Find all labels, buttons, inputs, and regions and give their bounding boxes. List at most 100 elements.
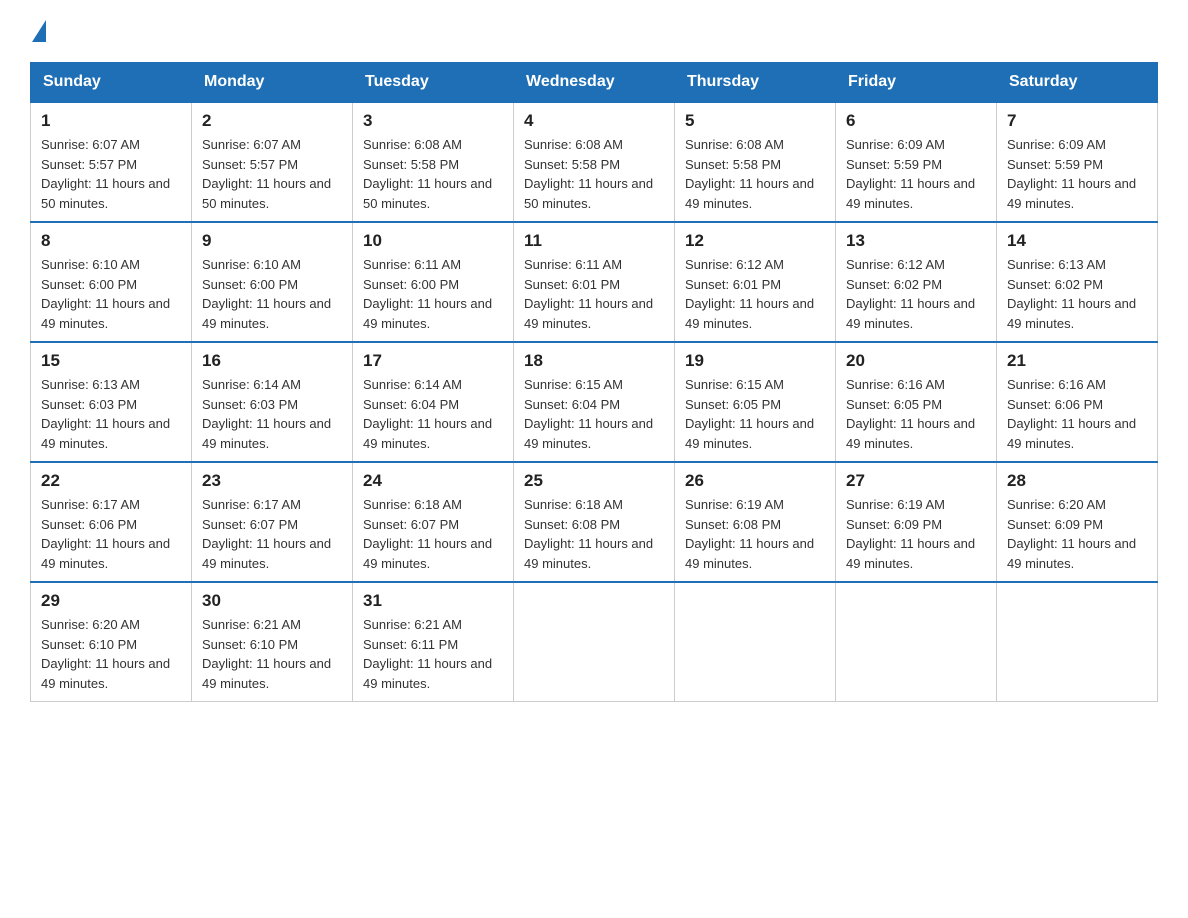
day-info: Sunrise: 6:10 AMSunset: 6:00 PMDaylight:… (41, 255, 181, 333)
day-number: 17 (363, 351, 503, 371)
day-number: 7 (1007, 111, 1147, 131)
calendar-week-row: 1 Sunrise: 6:07 AMSunset: 5:57 PMDaylight… (31, 102, 1158, 222)
day-info: Sunrise: 6:09 AMSunset: 5:59 PMDaylight:… (846, 135, 986, 213)
day-number: 15 (41, 351, 181, 371)
logo-triangle-icon (32, 20, 46, 42)
day-number: 16 (202, 351, 342, 371)
day-info: Sunrise: 6:17 AMSunset: 6:06 PMDaylight:… (41, 495, 181, 573)
day-number: 14 (1007, 231, 1147, 251)
day-number: 3 (363, 111, 503, 131)
day-info: Sunrise: 6:12 AMSunset: 6:01 PMDaylight:… (685, 255, 825, 333)
day-number: 5 (685, 111, 825, 131)
calendar-cell: 5 Sunrise: 6:08 AMSunset: 5:58 PMDaylight… (675, 102, 836, 222)
day-info: Sunrise: 6:18 AMSunset: 6:07 PMDaylight:… (363, 495, 503, 573)
calendar-cell: 1 Sunrise: 6:07 AMSunset: 5:57 PMDaylight… (31, 102, 192, 222)
day-number: 31 (363, 591, 503, 611)
calendar-header-thursday: Thursday (675, 63, 836, 103)
calendar-cell: 15Sunrise: 6:13 AMSunset: 6:03 PMDayligh… (31, 342, 192, 462)
day-number: 2 (202, 111, 342, 131)
calendar-header-row: SundayMondayTuesdayWednesdayThursdayFrid… (31, 63, 1158, 103)
day-info: Sunrise: 6:08 AMSunset: 5:58 PMDaylight:… (685, 135, 825, 213)
day-info: Sunrise: 6:21 AMSunset: 6:11 PMDaylight:… (363, 615, 503, 693)
calendar-cell: 31 Sunrise: 6:21 AMSunset: 6:11 PMDayligh… (353, 582, 514, 702)
day-info: Sunrise: 6:11 AMSunset: 6:00 PMDaylight:… (363, 255, 503, 333)
day-info: Sunrise: 6:16 AMSunset: 6:05 PMDaylight:… (846, 375, 986, 453)
day-info: Sunrise: 6:18 AMSunset: 6:08 PMDaylight:… (524, 495, 664, 573)
calendar-cell: 22 Sunrise: 6:17 AMSunset: 6:06 PMDayligh… (31, 462, 192, 582)
day-number: 27 (846, 471, 986, 491)
calendar-header-sunday: Sunday (31, 63, 192, 103)
calendar-header-saturday: Saturday (997, 63, 1158, 103)
calendar-table: SundayMondayTuesdayWednesdayThursdayFrid… (30, 62, 1158, 702)
day-number: 13 (846, 231, 986, 251)
day-number: 1 (41, 111, 181, 131)
day-number: 28 (1007, 471, 1147, 491)
calendar-cell: 13 Sunrise: 6:12 AMSunset: 6:02 PMDayligh… (836, 222, 997, 342)
day-info: Sunrise: 6:10 AMSunset: 6:00 PMDaylight:… (202, 255, 342, 333)
calendar-cell: 27 Sunrise: 6:19 AMSunset: 6:09 PMDayligh… (836, 462, 997, 582)
day-info: Sunrise: 6:07 AMSunset: 5:57 PMDaylight:… (202, 135, 342, 213)
day-number: 30 (202, 591, 342, 611)
day-number: 20 (846, 351, 986, 371)
calendar-week-row: 8Sunrise: 6:10 AMSunset: 6:00 PMDaylight… (31, 222, 1158, 342)
calendar-cell: 23 Sunrise: 6:17 AMSunset: 6:07 PMDayligh… (192, 462, 353, 582)
calendar-week-row: 15Sunrise: 6:13 AMSunset: 6:03 PMDayligh… (31, 342, 1158, 462)
day-info: Sunrise: 6:14 AMSunset: 6:04 PMDaylight:… (363, 375, 503, 453)
day-info: Sunrise: 6:13 AMSunset: 6:02 PMDaylight:… (1007, 255, 1147, 333)
calendar-cell: 30 Sunrise: 6:21 AMSunset: 6:10 PMDayligh… (192, 582, 353, 702)
day-number: 10 (363, 231, 503, 251)
day-info: Sunrise: 6:20 AMSunset: 6:09 PMDaylight:… (1007, 495, 1147, 573)
day-info: Sunrise: 6:12 AMSunset: 6:02 PMDaylight:… (846, 255, 986, 333)
calendar-cell: 28 Sunrise: 6:20 AMSunset: 6:09 PMDayligh… (997, 462, 1158, 582)
calendar-cell (514, 582, 675, 702)
day-number: 21 (1007, 351, 1147, 371)
day-info: Sunrise: 6:15 AMSunset: 6:04 PMDaylight:… (524, 375, 664, 453)
day-info: Sunrise: 6:08 AMSunset: 5:58 PMDaylight:… (363, 135, 503, 213)
day-info: Sunrise: 6:19 AMSunset: 6:08 PMDaylight:… (685, 495, 825, 573)
calendar-cell: 10 Sunrise: 6:11 AMSunset: 6:00 PMDayligh… (353, 222, 514, 342)
day-number: 19 (685, 351, 825, 371)
day-info: Sunrise: 6:08 AMSunset: 5:58 PMDaylight:… (524, 135, 664, 213)
day-number: 23 (202, 471, 342, 491)
calendar-cell: 29 Sunrise: 6:20 AMSunset: 6:10 PMDayligh… (31, 582, 192, 702)
calendar-cell: 17 Sunrise: 6:14 AMSunset: 6:04 PMDayligh… (353, 342, 514, 462)
calendar-cell: 24Sunrise: 6:18 AMSunset: 6:07 PMDayligh… (353, 462, 514, 582)
day-number: 25 (524, 471, 664, 491)
calendar-cell (836, 582, 997, 702)
calendar-cell: 6Sunrise: 6:09 AMSunset: 5:59 PMDaylight… (836, 102, 997, 222)
calendar-cell: 20 Sunrise: 6:16 AMSunset: 6:05 PMDayligh… (836, 342, 997, 462)
day-info: Sunrise: 6:21 AMSunset: 6:10 PMDaylight:… (202, 615, 342, 693)
calendar-cell (997, 582, 1158, 702)
calendar-cell: 11 Sunrise: 6:11 AMSunset: 6:01 PMDayligh… (514, 222, 675, 342)
day-info: Sunrise: 6:14 AMSunset: 6:03 PMDaylight:… (202, 375, 342, 453)
calendar-cell: 25 Sunrise: 6:18 AMSunset: 6:08 PMDayligh… (514, 462, 675, 582)
day-info: Sunrise: 6:16 AMSunset: 6:06 PMDaylight:… (1007, 375, 1147, 453)
day-number: 18 (524, 351, 664, 371)
calendar-week-row: 22 Sunrise: 6:17 AMSunset: 6:06 PMDayligh… (31, 462, 1158, 582)
calendar-header-friday: Friday (836, 63, 997, 103)
logo (30, 20, 48, 42)
calendar-cell: 16 Sunrise: 6:14 AMSunset: 6:03 PMDayligh… (192, 342, 353, 462)
day-info: Sunrise: 6:19 AMSunset: 6:09 PMDaylight:… (846, 495, 986, 573)
calendar-cell: 21 Sunrise: 6:16 AMSunset: 6:06 PMDayligh… (997, 342, 1158, 462)
calendar-cell (675, 582, 836, 702)
calendar-header-wednesday: Wednesday (514, 63, 675, 103)
day-number: 11 (524, 231, 664, 251)
day-info: Sunrise: 6:11 AMSunset: 6:01 PMDaylight:… (524, 255, 664, 333)
calendar-cell: 26Sunrise: 6:19 AMSunset: 6:08 PMDayligh… (675, 462, 836, 582)
calendar-cell: 19Sunrise: 6:15 AMSunset: 6:05 PMDayligh… (675, 342, 836, 462)
calendar-cell: 4Sunrise: 6:08 AMSunset: 5:58 PMDaylight… (514, 102, 675, 222)
day-number: 12 (685, 231, 825, 251)
day-number: 9 (202, 231, 342, 251)
day-info: Sunrise: 6:07 AMSunset: 5:57 PMDaylight:… (41, 135, 181, 213)
calendar-cell: 3 Sunrise: 6:08 AMSunset: 5:58 PMDaylight… (353, 102, 514, 222)
calendar-cell: 7Sunrise: 6:09 AMSunset: 5:59 PMDaylight… (997, 102, 1158, 222)
day-number: 22 (41, 471, 181, 491)
day-number: 29 (41, 591, 181, 611)
calendar-cell: 2 Sunrise: 6:07 AMSunset: 5:57 PMDaylight… (192, 102, 353, 222)
calendar-cell: 9 Sunrise: 6:10 AMSunset: 6:00 PMDaylight… (192, 222, 353, 342)
calendar-cell: 12 Sunrise: 6:12 AMSunset: 6:01 PMDayligh… (675, 222, 836, 342)
calendar-cell: 14 Sunrise: 6:13 AMSunset: 6:02 PMDayligh… (997, 222, 1158, 342)
day-info: Sunrise: 6:20 AMSunset: 6:10 PMDaylight:… (41, 615, 181, 693)
day-info: Sunrise: 6:17 AMSunset: 6:07 PMDaylight:… (202, 495, 342, 573)
